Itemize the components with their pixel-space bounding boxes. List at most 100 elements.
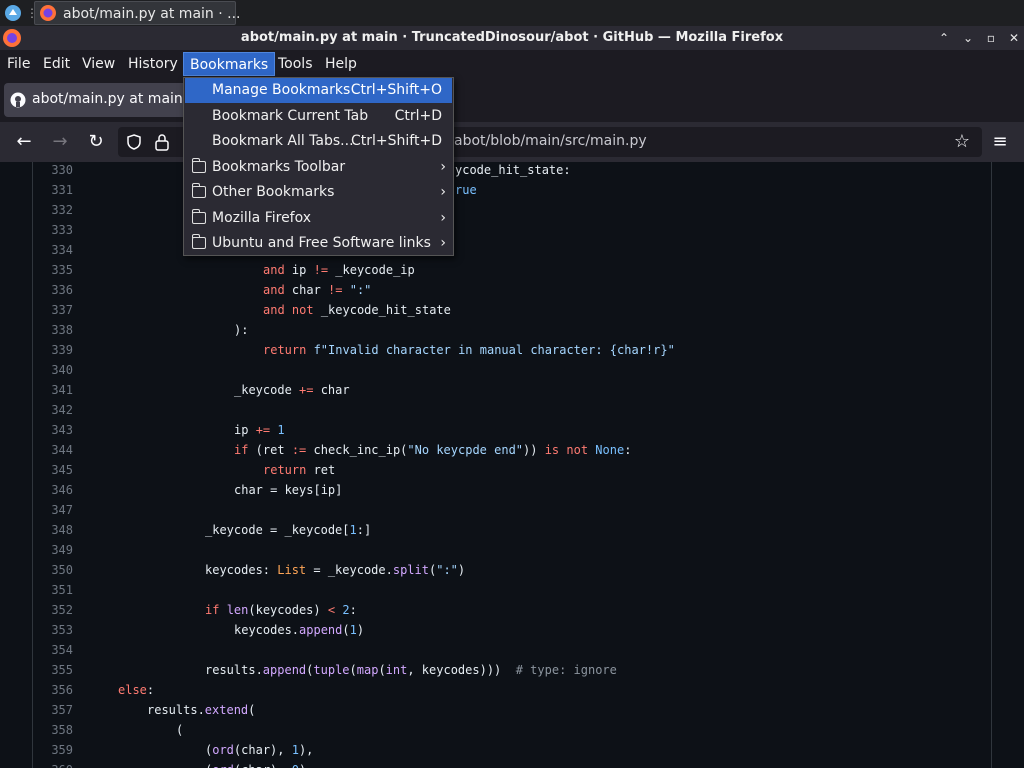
line-number[interactable]: 360: [33, 760, 73, 768]
menu-history[interactable]: History: [122, 52, 184, 76]
page-content: 330 ycode_hit_state: 331 rue 332 333 334 335 and…: [0, 162, 1024, 768]
taskbar-separator-icon: ⋮: [26, 6, 38, 20]
bookmarks-menu: Manage Bookmarks Ctrl+Shift+O Bookmark C…: [183, 77, 454, 256]
code-line: 359 (ord(char), 1),: [33, 740, 993, 760]
maximize-icon[interactable]: ▫: [983, 30, 999, 46]
code-line: 343 ip += 1: [33, 420, 993, 440]
chevron-right-icon: ›: [440, 159, 446, 175]
tab-active[interactable]: abot/main.py at main: [4, 83, 188, 117]
code-line: 353 keycodes.append(1): [33, 620, 993, 640]
line-number[interactable]: 339: [33, 340, 73, 360]
code-text: and char != ":": [263, 283, 372, 297]
restore-icon[interactable]: ⌄: [960, 30, 976, 46]
line-number[interactable]: 353: [33, 620, 73, 640]
back-icon[interactable]: ←: [12, 130, 36, 154]
code-line: 335 and ip != _keycode_ip: [33, 260, 993, 280]
menubar: File Edit View History Bookmarks Tools H…: [0, 50, 1024, 77]
code-text: _keycode += char: [234, 383, 350, 397]
code-line: 331 rue: [33, 180, 993, 200]
line-number[interactable]: 337: [33, 300, 73, 320]
line-number[interactable]: 347: [33, 500, 73, 520]
code-text: char = keys[ip]: [234, 483, 343, 497]
navigation-toolbar: ← → ↻ abot/blob/main/src/main.py ☆ ≡: [0, 122, 1024, 162]
line-number[interactable]: 336: [33, 280, 73, 300]
line-number[interactable]: 341: [33, 380, 73, 400]
code-text: ):: [234, 323, 249, 337]
lock-icon[interactable]: [154, 133, 170, 151]
menuitem-bookmark-current-tab[interactable]: Bookmark Current Tab Ctrl+D: [185, 104, 452, 129]
code-text: and ip != _keycode_ip: [263, 263, 415, 277]
line-number[interactable]: 345: [33, 460, 73, 480]
line-number[interactable]: 344: [33, 440, 73, 460]
folder-icon: [192, 183, 206, 198]
line-number[interactable]: 350: [33, 560, 73, 580]
code-line: 356 else:: [33, 680, 993, 700]
code-line: 348 _keycode = _keycode[1:]: [33, 520, 993, 540]
code-text: ycode_hit_state:: [455, 163, 571, 177]
app-launcher-icon[interactable]: [4, 3, 22, 23]
code-line: 340: [33, 360, 993, 380]
line-number[interactable]: 348: [33, 520, 73, 540]
line-number[interactable]: 334: [33, 240, 73, 260]
github-icon: [10, 92, 26, 108]
menu-bookmarks[interactable]: Bookmarks: [183, 52, 276, 76]
code-line: 342: [33, 400, 993, 420]
menuitem-mozilla-firefox[interactable]: Mozilla Firefox ›: [185, 206, 452, 231]
line-number[interactable]: 342: [33, 400, 73, 420]
code-line: 332: [33, 200, 993, 220]
line-number[interactable]: 340: [33, 360, 73, 380]
menu-view[interactable]: View: [76, 52, 121, 76]
line-number[interactable]: 331: [33, 180, 73, 200]
line-number[interactable]: 330: [33, 162, 73, 180]
forward-icon[interactable]: →: [48, 130, 72, 154]
chevron-right-icon: ›: [440, 210, 446, 226]
menuitem-manage-bookmarks[interactable]: Manage Bookmarks Ctrl+Shift+O: [185, 78, 452, 103]
code-line: 341 _keycode += char: [33, 380, 993, 400]
window-titlebar: abot/main.py at main · TruncatedDinosour…: [0, 26, 1024, 50]
code-line: 355 results.append(tuple(map(int, keycode…: [33, 660, 993, 680]
code-text: else:: [118, 683, 155, 697]
line-number[interactable]: 357: [33, 700, 73, 720]
line-number[interactable]: 333: [33, 220, 73, 240]
minimize-icon[interactable]: ⌃: [936, 30, 952, 46]
code-line: 338):: [33, 320, 993, 340]
line-number[interactable]: 358: [33, 720, 73, 740]
menuitem-ubuntu-links[interactable]: Ubuntu and Free Software links ›: [185, 231, 452, 256]
menuitem-bookmarks-toolbar[interactable]: Bookmarks Toolbar ›: [185, 155, 452, 180]
line-number[interactable]: 351: [33, 580, 73, 600]
menu-edit[interactable]: Edit: [37, 52, 76, 76]
line-number[interactable]: 335: [33, 260, 73, 280]
code-line: 334: [33, 240, 993, 260]
line-number[interactable]: 354: [33, 640, 73, 660]
line-number[interactable]: 356: [33, 680, 73, 700]
line-number[interactable]: 343: [33, 420, 73, 440]
firefox-icon: [40, 5, 56, 21]
code-line: 358 (: [33, 720, 993, 740]
close-icon[interactable]: ✕: [1006, 30, 1022, 46]
shield-icon[interactable]: [126, 134, 142, 150]
line-number[interactable]: 355: [33, 660, 73, 680]
star-bookmark-icon[interactable]: ☆: [950, 130, 974, 154]
menu-help[interactable]: Help: [319, 52, 363, 76]
code-line: 350 keycodes: List = _keycode.split(":"): [33, 560, 993, 580]
line-number[interactable]: 352: [33, 600, 73, 620]
menuitem-bookmark-all-tabs[interactable]: Bookmark All Tabs... Ctrl+Shift+D: [185, 129, 452, 154]
system-taskbar: ⋮ abot/main.py at main · ...: [0, 0, 1024, 26]
line-number[interactable]: 349: [33, 540, 73, 560]
menuitem-other-bookmarks[interactable]: Other Bookmarks ›: [185, 180, 452, 205]
line-number[interactable]: 332: [33, 200, 73, 220]
menu-file[interactable]: File: [1, 52, 36, 76]
code-text: keycodes: List = _keycode.split(":"): [205, 563, 466, 577]
code-text: keycodes.append(1): [234, 623, 365, 637]
line-number[interactable]: 359: [33, 740, 73, 760]
line-number[interactable]: 338: [33, 320, 73, 340]
menu-tools[interactable]: Tools: [272, 52, 319, 76]
tab-label: abot/main.py at main: [32, 91, 183, 107]
code-text: return f"Invalid character in manual cha…: [263, 343, 675, 357]
taskbar-window-button[interactable]: abot/main.py at main · ...: [34, 1, 241, 25]
reload-icon[interactable]: ↻: [84, 130, 108, 154]
line-number[interactable]: 346: [33, 480, 73, 500]
code-line: 346 char = keys[ip]: [33, 480, 993, 500]
hamburger-menu-icon[interactable]: ≡: [988, 130, 1012, 154]
tab-strip: abot/main.py at main: [0, 77, 1024, 122]
